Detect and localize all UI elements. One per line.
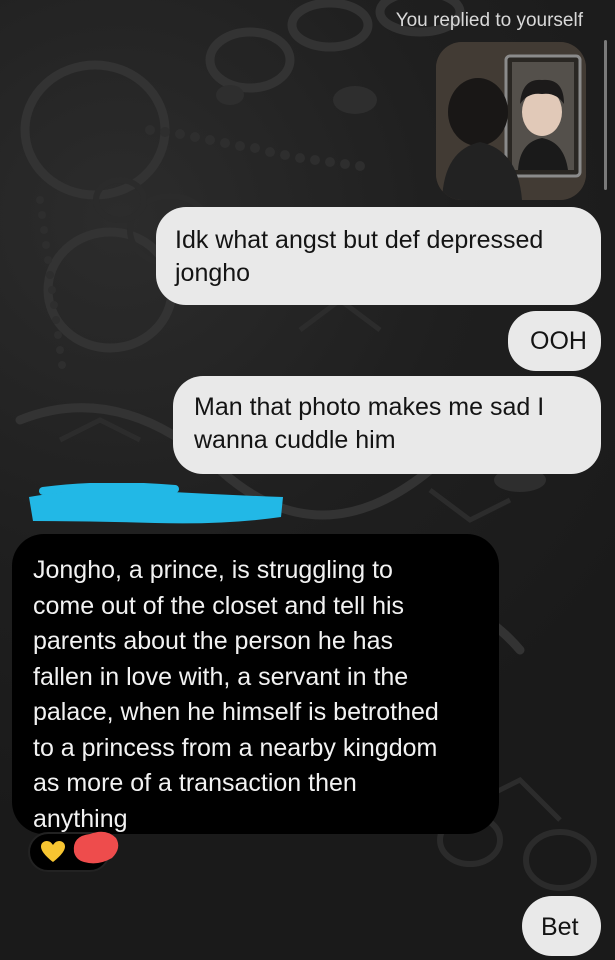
replied-photo-thumbnail[interactable]: [436, 42, 586, 200]
reply-indicator-bar: [604, 40, 607, 190]
message-reaction[interactable]: [28, 831, 119, 872]
yellow-heart-icon: [41, 841, 65, 862]
photo-image: [436, 42, 586, 200]
reply-context-label: You replied to yourself: [395, 10, 583, 31]
sent-message-bubble[interactable]: OOH: [508, 311, 601, 371]
sent-message-bubble[interactable]: Bet: [522, 896, 601, 956]
received-message-bubble[interactable]: Jongho, a prince, is struggling to come …: [12, 534, 499, 834]
redaction-scribble-blue: [29, 483, 283, 524]
sent-message-bubble[interactable]: Idk what angst but def depressed jongho: [156, 207, 601, 305]
redaction-scribble-red: [73, 831, 119, 864]
sent-message-bubble[interactable]: Man that photo makes me sad I wanna cudd…: [173, 376, 601, 474]
